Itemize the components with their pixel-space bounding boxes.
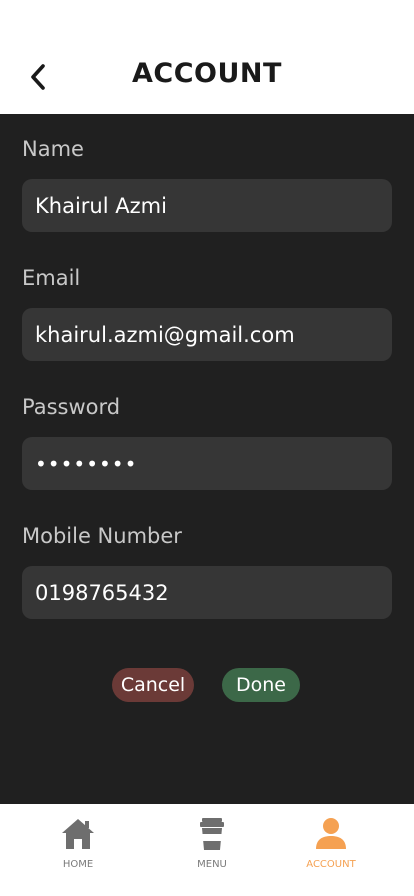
- user-icon: [316, 818, 346, 849]
- done-button[interactable]: Done: [222, 668, 300, 702]
- mobile-label: Mobile Number: [22, 524, 182, 548]
- password-label: Password: [22, 395, 121, 419]
- home-icon: [62, 819, 94, 849]
- mobile-number-field[interactable]: 0198765432: [22, 566, 392, 619]
- name-label: Name: [22, 137, 84, 161]
- tab-menu-label: MENU: [197, 859, 227, 870]
- app-header: ACCOUNT: [0, 0, 414, 114]
- password-field[interactable]: ••••••••: [22, 437, 392, 490]
- bottom-tab-bar: HOME MENU ACCOUNT: [0, 804, 414, 896]
- tab-menu[interactable]: MENU: [152, 804, 272, 896]
- tab-home[interactable]: HOME: [18, 804, 138, 896]
- tab-account-label: ACCOUNT: [306, 859, 356, 870]
- email-label: Email: [22, 266, 81, 290]
- page-title: ACCOUNT: [132, 58, 282, 89]
- name-field[interactable]: Khairul Azmi: [22, 179, 392, 232]
- coffee-cup-icon: [200, 818, 224, 850]
- tab-account[interactable]: ACCOUNT: [271, 804, 391, 896]
- email-field[interactable]: khairul.azmi@gmail.com: [22, 308, 392, 361]
- cancel-button[interactable]: Cancel: [112, 668, 194, 702]
- tab-home-label: HOME: [62, 859, 94, 870]
